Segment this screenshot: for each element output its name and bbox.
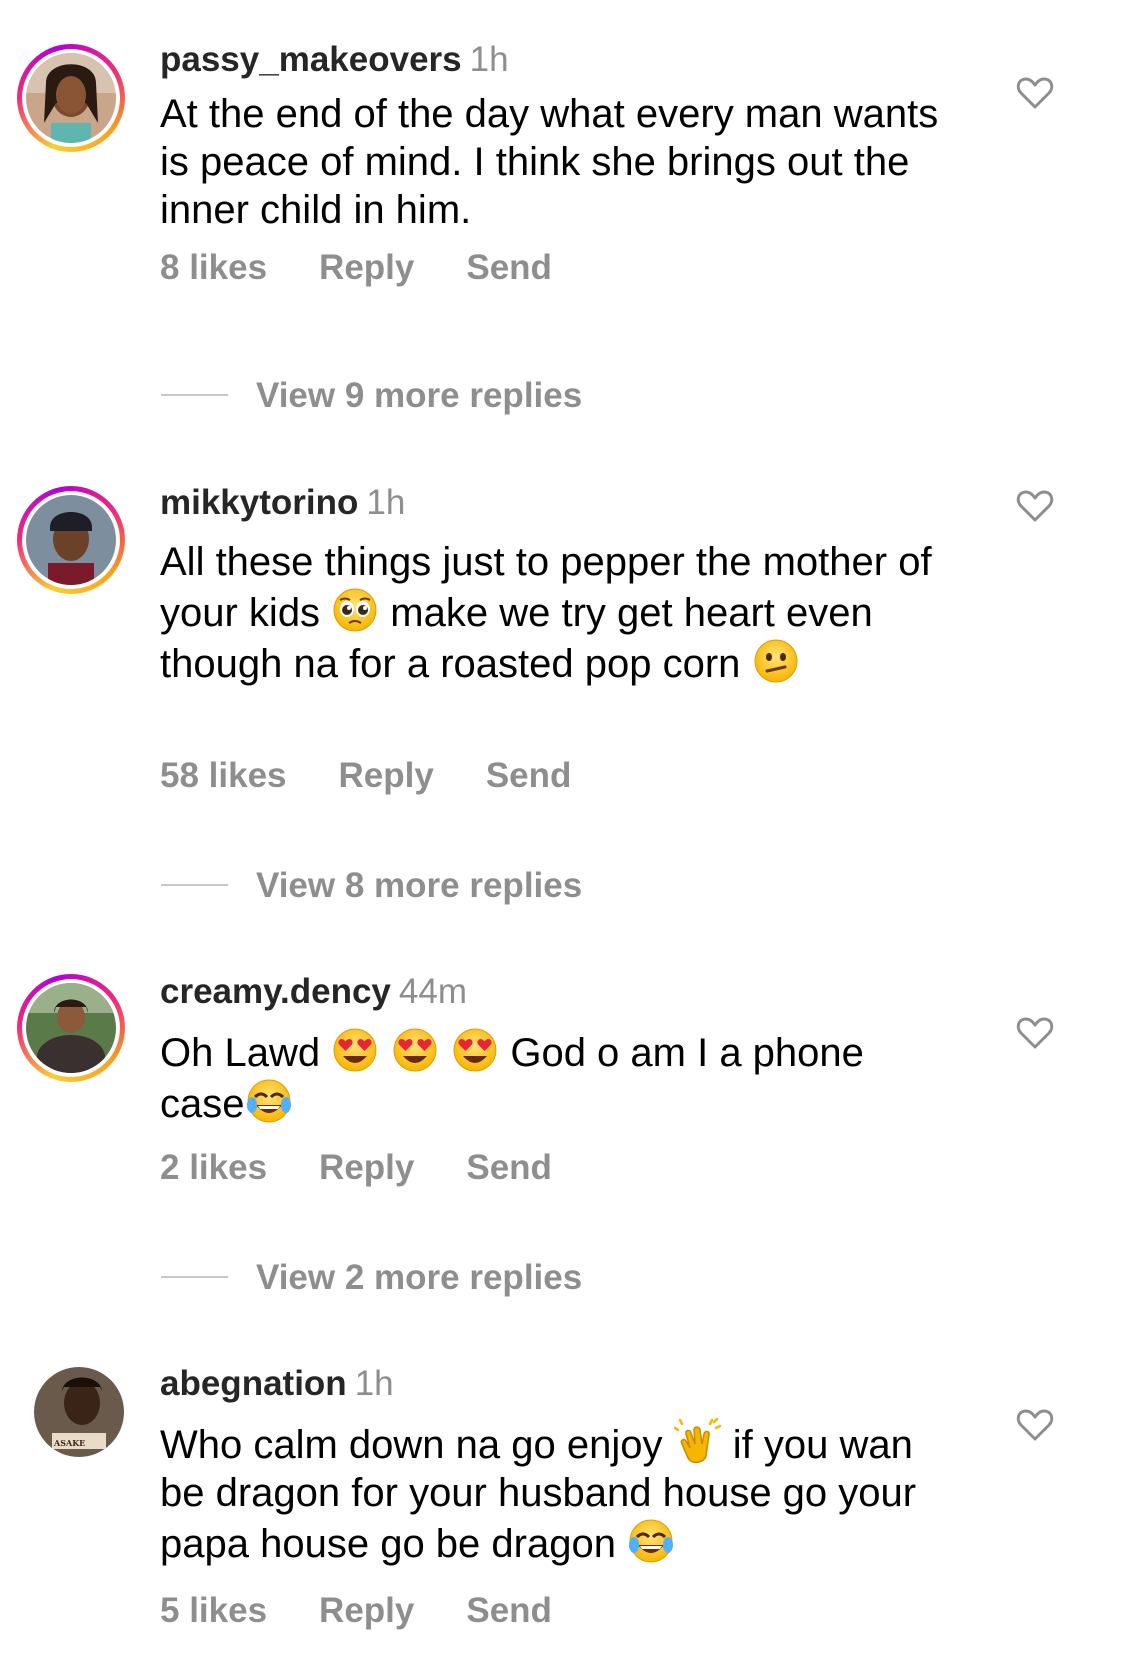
reply-button[interactable]: Reply [339, 756, 434, 796]
view-replies-label: View 2 more replies [256, 1258, 583, 1297]
comment-text: Oh Lawd God o am I a phone case [160, 1026, 950, 1128]
timestamp: 44m [398, 972, 467, 1011]
view-replies-label: View 9 more replies [256, 376, 583, 415]
comment-text-part: Oh Lawd [160, 1031, 332, 1075]
comment-text: At the end of the day what every man wan… [160, 92, 939, 232]
view-replies-button[interactable]: View 8 more replies [161, 866, 582, 906]
username-line: passy_makeovers 1h [160, 40, 509, 80]
tears-of-joy-emoji [629, 1517, 674, 1565]
likes-count[interactable]: 5 likes [160, 1591, 267, 1631]
comment-text: All these things just to pepper the moth… [160, 538, 950, 688]
username-line: mikkytorino 1h [160, 483, 405, 523]
likes-count[interactable]: 2 likes [160, 1148, 267, 1188]
likes-count[interactable]: 8 likes [160, 248, 267, 288]
avatar-caption: ASAKE [54, 1438, 86, 1448]
send-button[interactable]: Send [486, 756, 572, 796]
timestamp: 1h [469, 40, 509, 79]
divider-line [161, 393, 228, 396]
clapping-hands-emoji [673, 1418, 721, 1464]
avatar-story-ring[interactable] [17, 44, 125, 152]
view-replies-button[interactable]: View 9 more replies [161, 376, 582, 416]
comment-actions: 2 likes Reply Send [160, 1148, 552, 1188]
send-button[interactable]: Send [466, 248, 552, 288]
comment-text-part: Who calm down na go enjoy [160, 1423, 674, 1467]
heart-eyes-emoji [331, 1026, 379, 1074]
heart-eyes-emoji [391, 1026, 439, 1074]
username-line: abegnation 1h [160, 1364, 394, 1404]
avatar-story-ring[interactable] [17, 974, 125, 1082]
heart-outline-icon[interactable] [1016, 1016, 1054, 1050]
send-button[interactable]: Send [466, 1148, 552, 1188]
comment-actions: 8 likes Reply Send [160, 248, 552, 288]
avatar [26, 53, 116, 143]
heart-eyes-emoji [451, 1026, 499, 1074]
heart-outline-icon[interactable] [1016, 76, 1054, 110]
view-replies-label: View 8 more replies [256, 866, 583, 905]
divider-line [161, 883, 228, 886]
reply-button[interactable]: Reply [319, 1591, 414, 1631]
username[interactable]: mikkytorino [160, 483, 358, 522]
send-button[interactable]: Send [466, 1591, 552, 1631]
comment-actions: 5 likes Reply Send [160, 1591, 552, 1631]
view-replies-button[interactable]: View 2 more replies [161, 1258, 582, 1298]
comment-actions: 58 likes Reply Send [160, 756, 571, 796]
username[interactable]: creamy.dency [160, 972, 391, 1011]
confused-face-emoji [752, 637, 800, 685]
comment-text: Who calm down na go enjoy if you wan be … [160, 1418, 950, 1568]
likes-count[interactable]: 58 likes [160, 756, 287, 796]
heart-outline-icon[interactable] [1016, 489, 1054, 523]
reply-button[interactable]: Reply [319, 248, 414, 288]
username-line: creamy.dency 44m [160, 972, 467, 1012]
timestamp: 1h [354, 1364, 394, 1403]
username[interactable]: abegnation [160, 1364, 347, 1403]
reply-button[interactable]: Reply [319, 1148, 414, 1188]
timestamp: 1h [366, 483, 406, 522]
avatar [26, 495, 116, 585]
divider-line [161, 1275, 228, 1278]
username[interactable]: passy_makeovers [160, 40, 462, 79]
tears-of-joy-emoji [246, 1077, 291, 1125]
avatar [26, 983, 116, 1073]
avatar-story-ring[interactable] [17, 486, 125, 594]
heart-outline-icon[interactable] [1016, 1408, 1054, 1442]
pleading-face-emoji [331, 586, 379, 634]
